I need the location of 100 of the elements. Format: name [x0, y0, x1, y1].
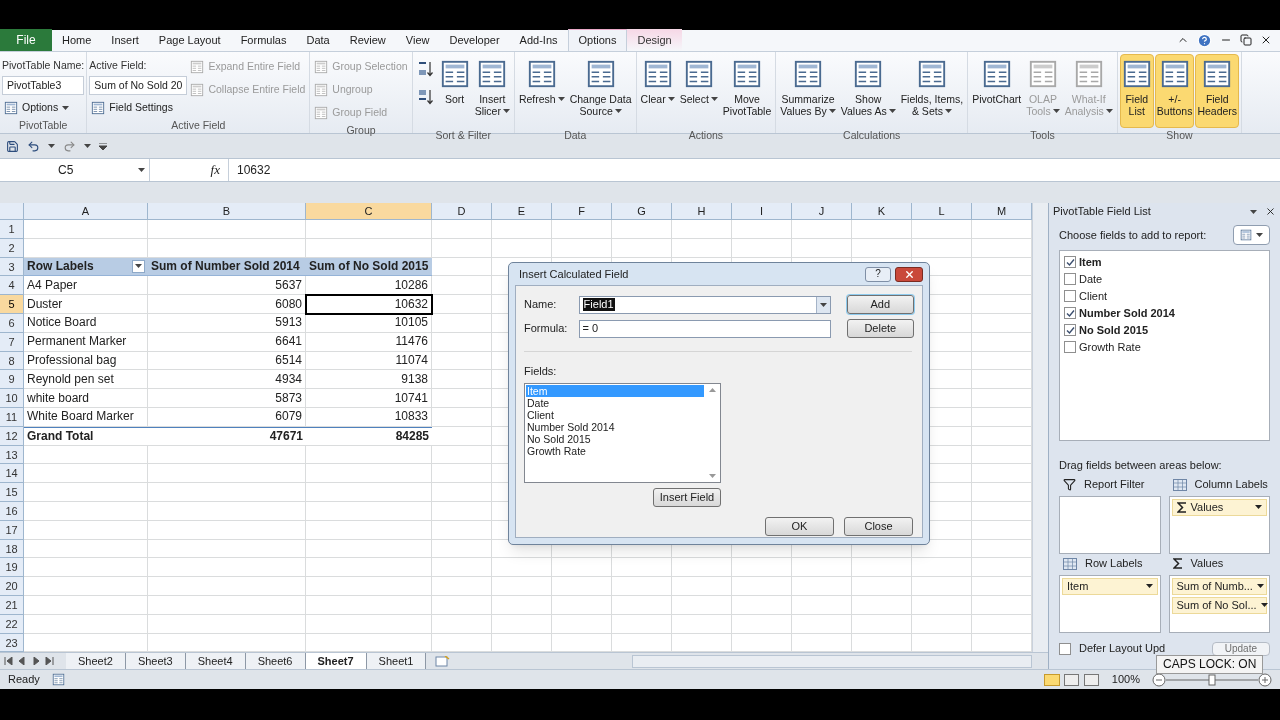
- zoom-level[interactable]: 100%: [1111, 671, 1140, 688]
- scroll-up-icon[interactable]: [708, 387, 716, 392]
- insert-sheet-icon[interactable]: [434, 655, 451, 667]
- ribbon-tab[interactable]: Options: [567, 29, 628, 51]
- field-checklist[interactable]: Item Date Client Number Sold 2014 No Sold 2015 Growth Rate: [1059, 250, 1270, 441]
- undo-icon[interactable]: [27, 139, 40, 153]
- column-header[interactable]: A: [24, 203, 148, 220]
- row-header[interactable]: 1: [0, 220, 24, 239]
- sheet-tab[interactable]: Sheet4: [185, 653, 246, 670]
- name-box[interactable]: C5: [0, 159, 150, 181]
- text-field[interactable]: PivotTable3: [2, 76, 85, 95]
- close-button[interactable]: Close: [844, 516, 913, 536]
- checkbox[interactable]: [1064, 290, 1076, 302]
- column-header[interactable]: J: [792, 203, 852, 220]
- column-header[interactable]: B: [148, 203, 306, 220]
- add-button[interactable]: Add: [846, 295, 914, 314]
- sheet-tab[interactable]: Sheet2: [66, 653, 126, 670]
- row-header[interactable]: 15: [0, 483, 24, 502]
- view-buttons-icon[interactable]: [1043, 673, 1100, 686]
- ribbon-button[interactable]: Insert Slicer: [472, 54, 512, 128]
- row-header[interactable]: 4: [0, 276, 24, 296]
- ribbon-tab[interactable]: Data: [296, 29, 340, 51]
- area-field-item[interactable]: Item: [1062, 577, 1158, 595]
- sheet-tab[interactable]: Sheet3: [125, 653, 186, 670]
- column-header[interactable]: C: [306, 203, 432, 220]
- ribbon-tab[interactable]: Design: [627, 29, 682, 51]
- row-header[interactable]: 10: [0, 389, 24, 408]
- ribbon-button[interactable]: Select: [677, 54, 720, 128]
- list-item[interactable]: Growth Rate: [526, 444, 704, 457]
- filter-dropdown[interactable]: [132, 260, 145, 273]
- area-field-item[interactable]: Sum of No Sol...: [1171, 596, 1267, 614]
- list-item[interactable]: No Sold 2015: [526, 432, 704, 445]
- ribbon-button[interactable]: +/- Buttons: [1154, 54, 1195, 128]
- column-header[interactable]: L: [912, 203, 972, 220]
- name-combo-field[interactable]: Field1: [578, 295, 831, 314]
- checkbox[interactable]: [1059, 642, 1071, 655]
- formula-field[interactable]: 10632: [228, 159, 1280, 181]
- layout-button[interactable]: [1233, 225, 1270, 245]
- ribbon-button[interactable]: Options: [2, 97, 85, 118]
- column-header[interactable]: I: [732, 203, 792, 220]
- row-header[interactable]: 14: [0, 464, 24, 484]
- ribbon-button[interactable]: Summarize Values By: [778, 54, 838, 128]
- checkbox[interactable]: [1064, 324, 1076, 336]
- checkbox[interactable]: [1064, 273, 1076, 285]
- ribbon-tab[interactable]: Formulas: [230, 29, 297, 51]
- zoom-slider[interactable]: [1152, 672, 1272, 687]
- column-header[interactable]: G: [612, 203, 672, 220]
- list-item[interactable]: Client: [526, 408, 704, 421]
- ribbon-button[interactable]: Field Headers: [1195, 54, 1240, 128]
- formula-input-field[interactable]: = 0: [578, 319, 831, 338]
- text-field[interactable]: Sum of No Sold 20: [89, 76, 188, 95]
- field-name[interactable]: No Sold 2015: [1079, 321, 1149, 339]
- list-item[interactable]: Date: [526, 396, 704, 409]
- row-header[interactable]: 20: [0, 577, 24, 596]
- drop-area[interactable]: Sum of Numb... Sum of No Sol...: [1168, 574, 1270, 633]
- sheet-tab[interactable]: Sheet1: [366, 653, 427, 670]
- sheet-tab[interactable]: Sheet7: [305, 653, 367, 670]
- ribbon-tab[interactable]: Home: [52, 29, 102, 51]
- row-header[interactable]: 5: [0, 295, 24, 314]
- area-field-item[interactable]: Sum of Numb...: [1171, 577, 1267, 595]
- column-header[interactable]: D: [432, 203, 492, 220]
- help-button[interactable]: ?: [865, 266, 891, 282]
- field-name[interactable]: Item: [1079, 253, 1102, 271]
- ribbon-button[interactable]: Refresh: [516, 54, 567, 128]
- ribbon-tab[interactable]: Developer: [439, 29, 510, 51]
- column-header[interactable]: K: [852, 203, 912, 220]
- field-name[interactable]: Client: [1079, 287, 1108, 305]
- save-icon[interactable]: [6, 139, 19, 153]
- list-item[interactable]: Number Sold 2014: [526, 420, 704, 433]
- vertical-scrollbar[interactable]: [1032, 203, 1048, 653]
- drop-area[interactable]: Values: [1168, 495, 1270, 554]
- restore-icon[interactable]: [1240, 34, 1252, 46]
- drop-area[interactable]: Item: [1059, 574, 1161, 633]
- ribbon-tab[interactable]: Add-Ins: [509, 29, 568, 51]
- checkbox[interactable]: [1064, 307, 1076, 319]
- sheet-tab[interactable]: Sheet6: [245, 653, 306, 670]
- ribbon-tab[interactable]: Insert: [101, 29, 149, 51]
- ribbon-button[interactable]: Field Settings: [89, 97, 188, 118]
- ribbon-button[interactable]: Move PivotTable: [720, 54, 774, 128]
- ribbon-button[interactable]: Clear: [638, 54, 677, 128]
- horizontal-scrollbar[interactable]: [632, 654, 1032, 668]
- ribbon-button[interactable]: PivotChart: [970, 54, 1024, 128]
- close-button[interactable]: [895, 266, 923, 282]
- drop-area[interactable]: [1059, 495, 1161, 554]
- ribbon-button[interactable]: Field List: [1119, 54, 1154, 128]
- column-header[interactable]: E: [492, 203, 552, 220]
- ok-button[interactable]: OK: [765, 516, 834, 536]
- ribbon-tab[interactable]: Page Layout: [148, 29, 231, 51]
- checkbox[interactable]: [1064, 256, 1076, 268]
- insert-field-button[interactable]: Insert Field: [653, 487, 721, 507]
- insert-function-button[interactable]: fx: [210, 160, 220, 180]
- customize-icon[interactable]: [99, 142, 107, 150]
- field-name[interactable]: Number Sold 2014: [1079, 304, 1175, 322]
- file-tab[interactable]: File: [0, 29, 52, 51]
- scroll-down-icon[interactable]: [708, 473, 716, 478]
- fields-listbox[interactable]: Item Date Client Number Sold 2014 No Sold 2015 Growth Rate: [524, 382, 721, 483]
- delete-button[interactable]: Delete: [846, 319, 914, 338]
- column-header[interactable]: H: [672, 203, 732, 220]
- close-icon[interactable]: [1260, 34, 1272, 46]
- field-name[interactable]: Date: [1079, 270, 1103, 288]
